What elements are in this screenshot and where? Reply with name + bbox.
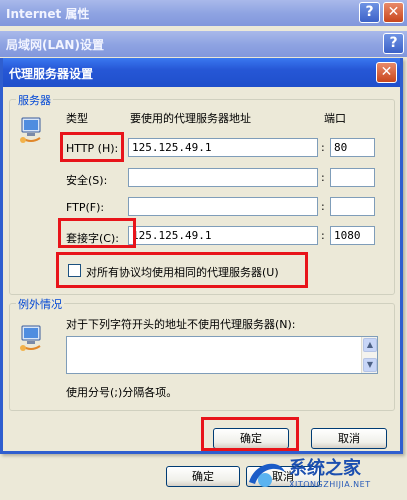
watermark-logo-icon: [249, 463, 285, 487]
socks-port-input[interactable]: 1080: [330, 226, 375, 245]
watermark-text: 系统之家: [289, 458, 361, 479]
ftp-label: FTP(F):: [66, 201, 105, 214]
scroll-down-icon[interactable]: ▼: [363, 358, 377, 372]
exceptions-group: 例外情况 对于下列字符开头的地址不使用代理服务器(N): ▲ ▼ 使用分号(;)…: [9, 296, 395, 411]
proxy-settings-titlebar: 代理服务器设置 ✕: [3, 58, 400, 87]
colon: :: [321, 141, 325, 154]
internet-properties-titlebar: Internet 属性 ? ✕: [0, 0, 407, 26]
scroll-up-icon[interactable]: ▲: [363, 338, 377, 352]
http-port-input[interactable]: 80: [330, 138, 375, 157]
network-computer-icon: [20, 325, 41, 351]
lan-settings-titlebar: 局域网(LAN)设置 ?: [0, 31, 407, 57]
secure-port-input[interactable]: [330, 168, 375, 187]
column-type-header: 类型: [66, 112, 88, 125]
close-button[interactable]: ✕: [383, 2, 404, 23]
watermark-url: XITONGZHIJIA.NET: [289, 480, 371, 489]
exceptions-input[interactable]: ▲ ▼: [66, 336, 378, 374]
site-watermark: 系统之家 XITONGZHIJIA.NET: [245, 448, 405, 498]
lan-help-button[interactable]: ?: [383, 33, 404, 54]
socks-address-input[interactable]: 125.125.49.1: [128, 226, 318, 245]
secure-label: 安全(S):: [66, 174, 108, 187]
ftp-address-input[interactable]: [128, 197, 318, 216]
ftp-port-input[interactable]: [330, 197, 375, 216]
proxy-settings-title: 代理服务器设置: [9, 67, 94, 81]
colon: :: [321, 229, 325, 242]
exceptions-hint: 使用分号(;)分隔各项。: [66, 386, 178, 399]
exceptions-scrollbar[interactable]: ▲ ▼: [361, 337, 377, 373]
lan-settings-title: 局域网(LAN)设置: [6, 38, 104, 52]
internet-properties-title: Internet 属性: [6, 7, 90, 21]
proxy-cancel-button[interactable]: 取消: [311, 428, 387, 449]
http-address-input[interactable]: 125.125.49.1: [128, 138, 318, 157]
proxy-settings-dialog: 代理服务器设置 ✕ 服务器 类型 要使用的代理服务器地址 端口 HTTP (H)…: [0, 58, 403, 454]
exceptions-description: 对于下列字符开头的地址不使用代理服务器(N):: [66, 318, 296, 331]
exceptions-legend: 例外情况: [16, 296, 64, 312]
servers-legend: 服务器: [16, 92, 53, 108]
proxy-close-button[interactable]: ✕: [376, 62, 397, 83]
highlight-same-proxy: [56, 252, 308, 288]
colon: :: [321, 171, 325, 184]
internet-ok-button[interactable]: 确定: [166, 466, 240, 487]
highlight-ok: [201, 417, 299, 451]
secure-address-input[interactable]: [128, 168, 318, 187]
column-port-header: 端口: [324, 112, 346, 125]
highlight-http: [60, 132, 124, 162]
highlight-socks: [58, 218, 136, 248]
help-button[interactable]: ?: [359, 2, 380, 23]
colon: :: [321, 200, 325, 213]
network-computer-icon: [20, 117, 41, 143]
servers-group: 服务器 类型 要使用的代理服务器地址 端口 HTTP (H): 125.125.…: [9, 92, 395, 295]
column-address-header: 要使用的代理服务器地址: [130, 112, 251, 125]
